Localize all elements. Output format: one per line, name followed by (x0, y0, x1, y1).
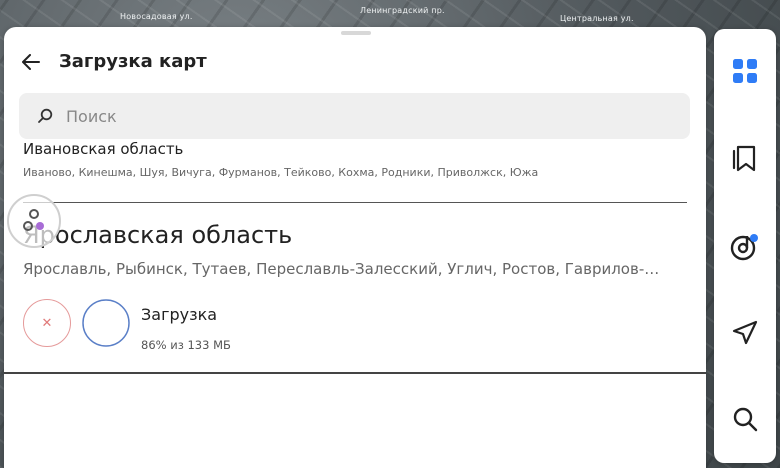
toolbar-bookmarks-button[interactable] (729, 142, 761, 174)
search-bar[interactable] (19, 93, 690, 139)
map-street-label: Новосадовая ул. (120, 12, 193, 21)
arrow-left-icon (22, 54, 40, 70)
toolbar-services-button[interactable] (729, 55, 761, 87)
region-name[interactable]: Ярославская область (23, 221, 292, 249)
close-icon: ✕ (41, 315, 53, 331)
voice-assistant-button[interactable] (7, 194, 61, 248)
region-cities: Ярославль, Рыбинск, Тутаев, Переславль-З… (23, 260, 660, 278)
bookmarks-icon (732, 145, 756, 172)
alice-icon (23, 209, 44, 231)
toolbar-music-button[interactable] (729, 230, 761, 262)
region-cities: Иваново, Кинешма, Шуя, Вичуга, Фурманов,… (23, 166, 539, 179)
download-status: 86% из 133 МБ (141, 338, 231, 352)
divider (4, 372, 706, 374)
right-toolbar (714, 29, 776, 463)
back-button[interactable] (20, 51, 42, 73)
map-street-label: Центральная ул. (560, 14, 634, 23)
page-title: Загрузка карт (59, 51, 207, 72)
region-name[interactable]: Ивановская область (23, 140, 183, 158)
search-input[interactable] (66, 105, 666, 127)
cancel-download-button[interactable]: ✕ (23, 299, 71, 347)
toolbar-search-button[interactable] (729, 403, 761, 435)
music-icon (730, 234, 758, 261)
panel-header: Загрузка карт (4, 27, 706, 91)
navigation-icon (732, 320, 758, 345)
divider (23, 202, 687, 203)
grid-icon (733, 59, 757, 83)
map-download-panel: Загрузка карт Ивановская область Иваново… (4, 27, 706, 468)
download-title: Загрузка (141, 305, 218, 324)
search-icon (733, 407, 758, 432)
toolbar-navigation-button[interactable] (729, 317, 761, 349)
download-progress-ring (82, 299, 130, 347)
search-icon (38, 108, 53, 123)
map-street-label: Ленинградский пр. (360, 6, 445, 15)
